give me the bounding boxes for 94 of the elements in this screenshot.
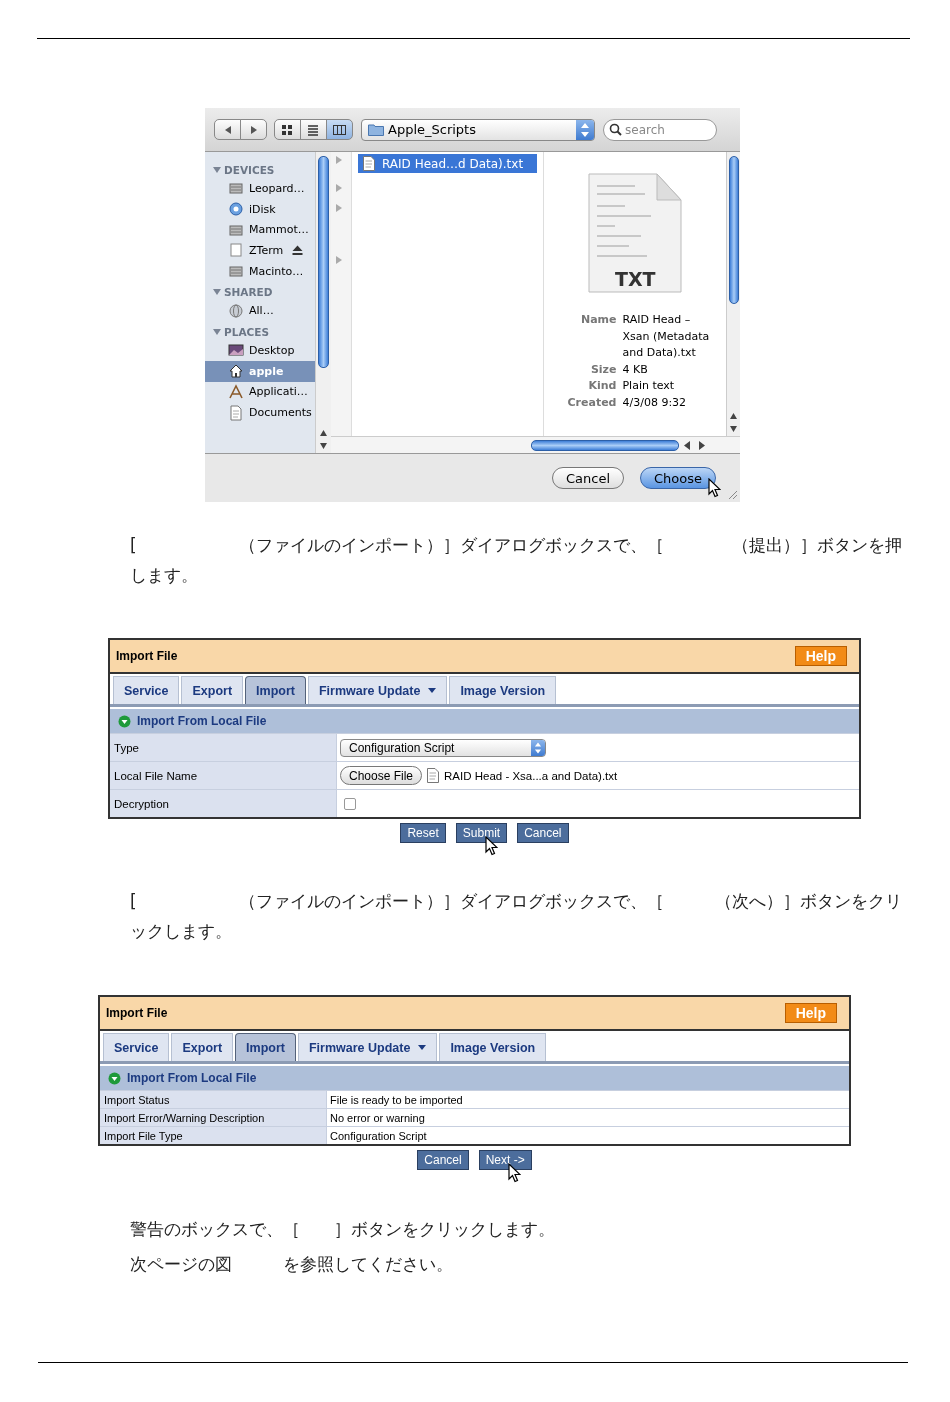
disc-icon bbox=[228, 201, 244, 218]
panel-title: Import File bbox=[116, 649, 179, 663]
section-title: Import From Local File bbox=[137, 714, 267, 728]
info-value: 4/3/08 9:32 bbox=[622, 394, 688, 411]
globe-icon bbox=[228, 302, 244, 319]
document-icon bbox=[228, 404, 244, 421]
tab[interactable]: Image Version bbox=[439, 1033, 547, 1061]
tab[interactable]: Service bbox=[103, 1033, 170, 1061]
document-icon bbox=[427, 768, 440, 783]
list-view-icon bbox=[307, 123, 320, 136]
sidebar-item[interactable]: All… bbox=[205, 300, 315, 322]
info-label: Kind bbox=[587, 378, 617, 394]
sidebar-item[interactable]: Leopard… bbox=[205, 178, 315, 199]
disclosure-icon[interactable] bbox=[213, 288, 221, 297]
field-label: Import Error/Warning Description bbox=[100, 1109, 326, 1126]
view-mode-button[interactable] bbox=[274, 119, 301, 140]
eject-icon[interactable] bbox=[292, 245, 304, 256]
scrollbar[interactable] bbox=[331, 436, 740, 453]
tab[interactable]: Image Version bbox=[449, 676, 557, 704]
info-value: 4 KB bbox=[622, 361, 649, 378]
folder-icon bbox=[368, 123, 384, 136]
sidebar-heading: DEVICES bbox=[224, 164, 275, 176]
drive-icon bbox=[228, 263, 244, 280]
tab[interactable]: Export bbox=[181, 676, 244, 704]
file-item[interactable]: RAID Head…d Data).txt bbox=[358, 154, 537, 173]
cancel-button[interactable]: Cancel bbox=[551, 467, 624, 489]
tab[interactable]: Import bbox=[235, 1033, 296, 1061]
instruction-text: 警告のボックスで、［ ］ボタンをクリックします。 bbox=[130, 1218, 556, 1241]
form-button[interactable]: Reset bbox=[400, 823, 446, 843]
scrollbar[interactable] bbox=[315, 152, 331, 453]
disclosure-icon[interactable] bbox=[118, 714, 131, 728]
disclosure-icon[interactable] bbox=[213, 166, 221, 174]
sidebar-item[interactable]: Applicati… bbox=[205, 381, 315, 403]
stepper-icon bbox=[576, 119, 594, 140]
sidebar-heading: SHARED bbox=[224, 286, 273, 299]
panel-title: Import File bbox=[106, 1006, 169, 1020]
field-label: Decryption bbox=[110, 790, 336, 817]
tab[interactable]: Service bbox=[113, 676, 180, 704]
tab[interactable]: Firmware Update bbox=[297, 1033, 438, 1061]
scroll-arrows-icon[interactable] bbox=[683, 440, 707, 450]
info-value: Plain text bbox=[622, 378, 676, 394]
tab[interactable]: Firmware Update bbox=[307, 676, 448, 704]
location-popup[interactable]: Apple_Scripts bbox=[361, 118, 595, 141]
sidebar-item[interactable]: Mammot… bbox=[205, 219, 315, 241]
instruction-text: [ （ファイルのインポート）］ダイアログボックスで、［ （提出）］ボタンを押します。 bbox=[130, 534, 903, 587]
field-label: Import Status bbox=[100, 1091, 326, 1108]
sidebar-heading: PLACES bbox=[224, 326, 269, 339]
document-icon bbox=[228, 242, 244, 259]
document-icon bbox=[585, 170, 685, 296]
sidebar-item[interactable]: Documents bbox=[205, 402, 315, 423]
sidebar-item[interactable]: Desktop bbox=[205, 340, 315, 361]
info-label: Created bbox=[567, 394, 617, 411]
field-value: No error or warning bbox=[330, 1111, 425, 1124]
drive-icon bbox=[228, 180, 244, 197]
house-icon bbox=[228, 363, 244, 380]
choose-file-button[interactable]: Choose File bbox=[340, 766, 423, 785]
picture-icon bbox=[228, 342, 244, 359]
view-mode-button[interactable] bbox=[300, 119, 327, 140]
right-arrow-icon bbox=[248, 124, 259, 135]
icon-view-icon bbox=[281, 123, 294, 136]
file-type-label: TXT bbox=[615, 268, 656, 290]
field-label: Import File Type bbox=[100, 1127, 326, 1144]
file-name: RAID Head - Xsa...a and Data).txt bbox=[444, 769, 618, 782]
disclosure-icon[interactable] bbox=[213, 328, 221, 337]
field-value: Configuration Script bbox=[330, 1129, 427, 1142]
info-label: Size bbox=[589, 361, 617, 378]
form-button[interactable]: Cancel bbox=[517, 823, 569, 843]
column-view-icon bbox=[333, 123, 346, 136]
form-button[interactable]: Cancel bbox=[417, 1150, 469, 1170]
field-value: File is ready to be imported bbox=[330, 1093, 463, 1106]
disclosure-icon[interactable] bbox=[108, 1071, 121, 1085]
sidebar-item[interactable]: iDisk bbox=[205, 198, 315, 220]
back-button[interactable] bbox=[214, 119, 241, 140]
section-title: Import From Local File bbox=[127, 1071, 257, 1085]
stepper-icon bbox=[531, 739, 545, 756]
field-label: Local File Name bbox=[110, 762, 336, 789]
field-label: Type bbox=[110, 734, 336, 761]
sidebar-item[interactable]: ZTerm bbox=[205, 240, 315, 261]
search-field[interactable]: search bbox=[603, 118, 717, 141]
tab[interactable]: Export bbox=[171, 1033, 234, 1061]
search-icon bbox=[609, 122, 622, 136]
instruction-text: 次ページの図 を参照してください。 bbox=[130, 1253, 454, 1276]
tab[interactable]: Import bbox=[245, 676, 306, 704]
sidebar-item[interactable]: Macinto… bbox=[205, 260, 315, 282]
info-label: Name bbox=[579, 312, 617, 328]
info-value: RAID Head – Xsan (Metadata and Data).txt bbox=[622, 312, 711, 361]
forward-button[interactable] bbox=[240, 119, 267, 140]
instruction-text: [ （ファイルのインポート）］ダイアログボックスで、［ （次へ）］ボタンをクリックします。 bbox=[130, 890, 903, 943]
type-select[interactable]: Configuration Script bbox=[340, 738, 546, 757]
scrollbar[interactable] bbox=[726, 152, 740, 436]
view-mode-button[interactable] bbox=[326, 119, 353, 140]
resize-grip-icon[interactable] bbox=[728, 490, 738, 500]
document-icon bbox=[363, 156, 375, 171]
checkbox[interactable] bbox=[344, 797, 356, 810]
